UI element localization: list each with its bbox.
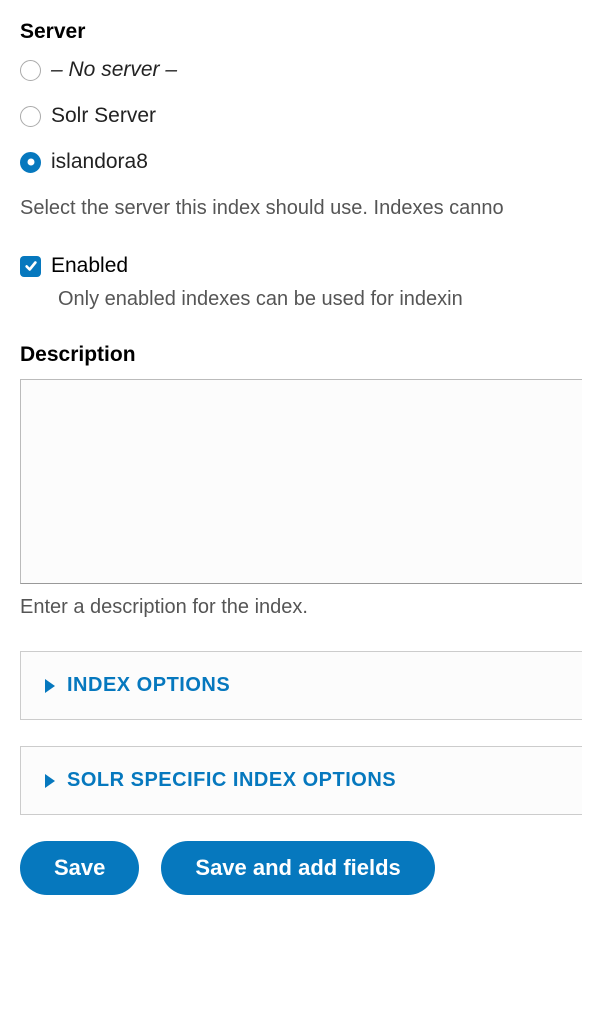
save-button[interactable]: Save [20,841,139,895]
triangle-right-icon [45,774,55,788]
server-option-no-server[interactable]: – No server – [20,58,582,82]
radio-icon [20,60,41,81]
server-radio-group: – No server – Solr Server islandora8 [20,58,582,174]
server-option-islandora8[interactable]: islandora8 [20,150,582,174]
description-textarea[interactable] [20,379,582,584]
enabled-help-text: Only enabled indexes can be used for ind… [58,288,582,311]
checkbox-checked-icon [20,256,41,277]
description-help-text: Enter a description for the index. [20,596,582,619]
save-and-add-fields-button[interactable]: Save and add fields [161,841,434,895]
collapsible-title: SOLR SPECIFIC INDEX OPTIONS [67,769,396,792]
description-label: Description [20,343,582,367]
server-help-text: Select the server this index should use.… [20,194,582,222]
collapsible-title: INDEX OPTIONS [67,674,230,697]
radio-label: Solr Server [51,104,156,128]
radio-label: – No server – [51,58,177,82]
collapsible-index-options[interactable]: INDEX OPTIONS [20,651,582,720]
server-option-solr-server[interactable]: Solr Server [20,104,582,128]
radio-label: islandora8 [51,150,148,174]
server-label: Server [20,20,582,44]
radio-icon [20,152,41,173]
collapsible-solr-specific-index-options[interactable]: SOLR SPECIFIC INDEX OPTIONS [20,746,582,815]
button-row: Save Save and add fields [20,841,582,895]
triangle-right-icon [45,679,55,693]
enabled-checkbox[interactable]: Enabled [20,254,582,278]
radio-icon [20,106,41,127]
enabled-label: Enabled [51,254,128,278]
